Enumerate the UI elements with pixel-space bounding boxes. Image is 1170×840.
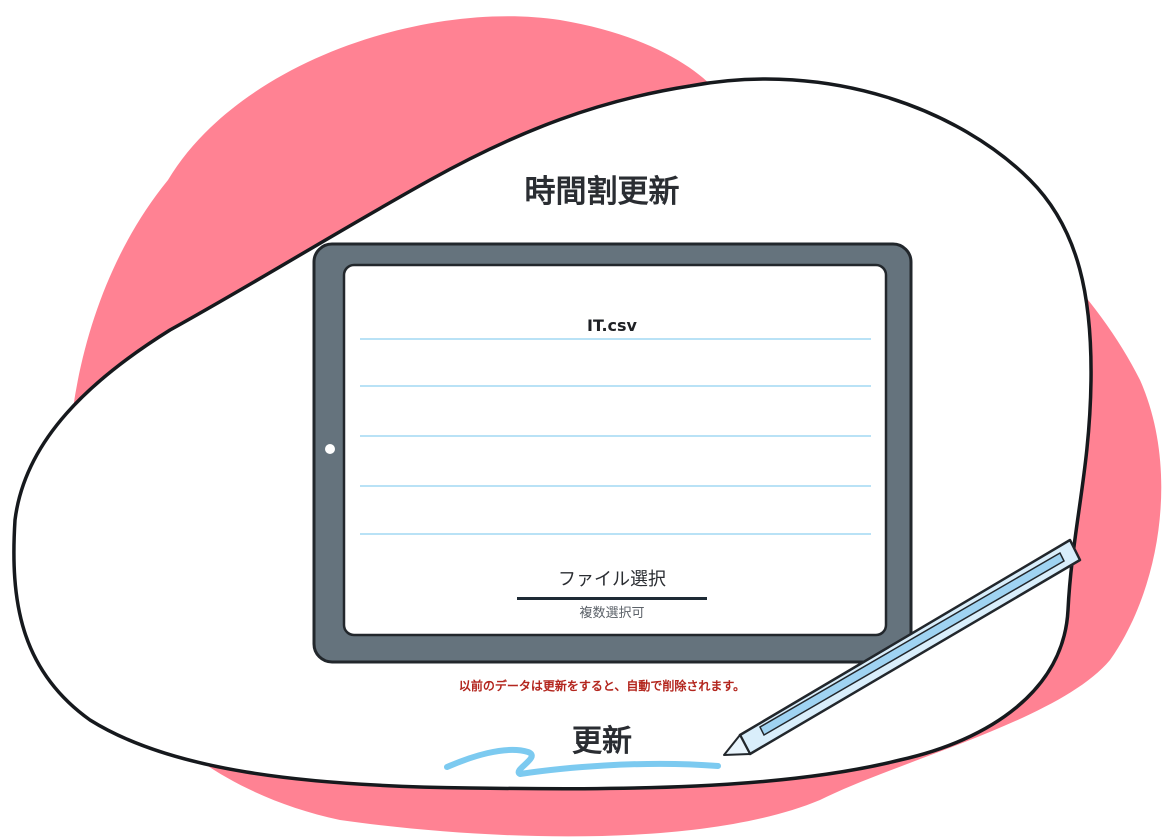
page-title: 時間割更新 — [524, 174, 680, 210]
delete-warning-text: 以前のデータは更新をすると、自動で削除されます。 — [458, 679, 746, 693]
selected-file-name: IT.csv — [587, 316, 637, 335]
update-button[interactable]: 更新 — [552, 716, 652, 760]
background-illustration — [12, 16, 1162, 837]
multi-select-note: 複数選択可 — [579, 606, 645, 621]
file-select-button[interactable]: ファイル選択 — [517, 565, 707, 600]
tablet-home-dot — [325, 444, 335, 454]
